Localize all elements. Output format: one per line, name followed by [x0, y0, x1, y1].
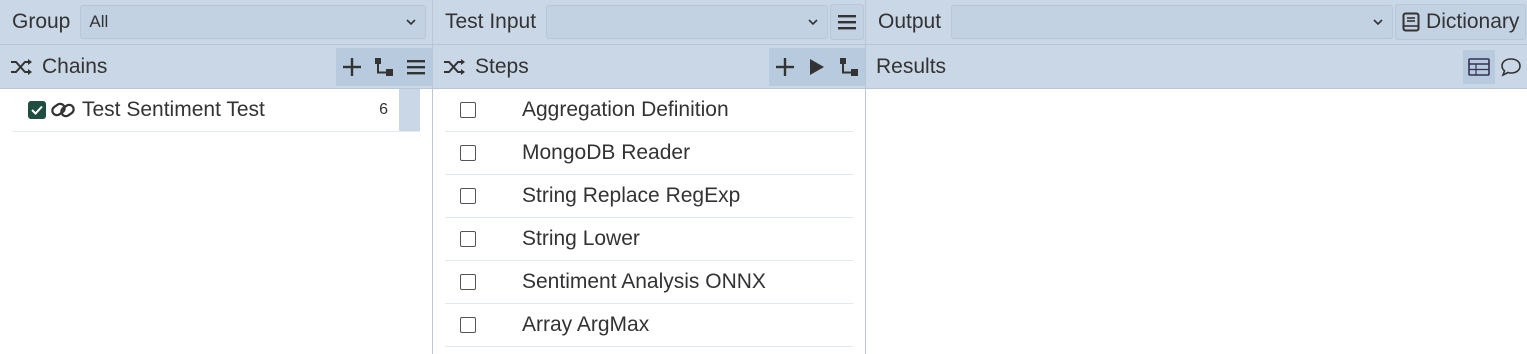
- test-input-bar: Test Input: [432, 0, 865, 44]
- play-icon: [810, 58, 824, 75]
- chevron-down-icon: [1373, 19, 1383, 26]
- step-item-label: Sentiment Analysis ONNX: [522, 270, 766, 293]
- step-item-label: Aggregation Definition: [522, 98, 729, 121]
- chains-menu-button[interactable]: [400, 49, 432, 85]
- step-item-label: Array ArgMax: [522, 313, 650, 336]
- output-bar: Output Dictionary: [865, 0, 1527, 44]
- table-view-button[interactable]: [1463, 49, 1495, 84]
- check-icon: [31, 105, 43, 115]
- steps-header: Steps: [432, 44, 865, 89]
- group-select[interactable]: All: [80, 5, 427, 39]
- step-checkbox[interactable]: [460, 145, 476, 161]
- add-step-button[interactable]: [769, 49, 801, 85]
- comment-icon: [1501, 57, 1521, 77]
- step-checkbox[interactable]: [460, 317, 476, 333]
- step-item[interactable]: MongoDB Reader: [445, 132, 853, 175]
- step-checkbox[interactable]: [460, 274, 476, 290]
- comment-view-button[interactable]: [1495, 50, 1527, 84]
- chains-header: Chains: [0, 44, 432, 89]
- step-item-label: String Replace RegExp: [522, 184, 741, 207]
- chain-checkbox[interactable]: [28, 101, 46, 119]
- table-icon: [1468, 57, 1490, 76]
- scrollbar-thumb[interactable]: [399, 89, 420, 131]
- test-input-label: Test Input: [445, 10, 537, 33]
- chain-item-label: Test Sentiment Test: [82, 98, 265, 121]
- chains-title: Chains: [0, 55, 107, 79]
- steps-title-label: Steps: [475, 54, 529, 78]
- steps-list: Aggregation Definition MongoDB Reader St…: [432, 89, 865, 354]
- chains-toolbar: [336, 47, 432, 86]
- add-chain-button[interactable]: [336, 49, 368, 85]
- step-checkbox[interactable]: [460, 102, 476, 118]
- results-panel: [865, 89, 1527, 354]
- shuffle-icon: [11, 58, 32, 75]
- step-item[interactable]: Aggregation Definition: [445, 89, 853, 132]
- sitemap-icon: [375, 57, 393, 76]
- chevron-down-icon: [406, 19, 416, 26]
- test-input-menu-button[interactable]: [830, 4, 865, 40]
- menu-icon: [407, 59, 425, 74]
- chain-item[interactable]: Test Sentiment Test 6: [12, 89, 420, 132]
- chain-item-count: 6: [379, 101, 388, 118]
- output-label: Output: [878, 10, 942, 33]
- output-select[interactable]: [951, 5, 1394, 39]
- book-icon: [1402, 12, 1420, 32]
- step-item-label: MongoDB Reader: [522, 141, 691, 164]
- dictionary-label: Dictionary: [1426, 10, 1520, 33]
- plus-icon: [776, 57, 794, 76]
- step-checkbox[interactable]: [460, 231, 476, 247]
- run-steps-button[interactable]: [801, 49, 833, 85]
- steps-toolbar: [769, 47, 865, 86]
- step-item[interactable]: String Lower: [445, 218, 853, 261]
- test-input-select[interactable]: [546, 5, 829, 39]
- step-item-label: String Lower: [522, 227, 640, 250]
- step-checkbox[interactable]: [460, 188, 476, 204]
- chain-tree-button[interactable]: [368, 49, 400, 85]
- chains-title-label: Chains: [42, 54, 108, 78]
- step-item[interactable]: String Replace RegExp: [445, 175, 853, 218]
- steps-title: Steps: [433, 55, 529, 79]
- results-header: Results: [865, 44, 1527, 89]
- group-bar: Group All: [0, 0, 432, 44]
- results-title: Results: [876, 54, 947, 78]
- step-item[interactable]: Array ArgMax: [445, 304, 853, 347]
- step-item[interactable]: Sentiment Analysis ONNX: [445, 261, 853, 304]
- group-select-value: All: [89, 12, 109, 31]
- plus-icon: [343, 57, 361, 76]
- sitemap-icon: [840, 57, 858, 76]
- group-label: Group: [12, 10, 71, 33]
- step-tree-button[interactable]: [833, 49, 865, 85]
- menu-icon: [838, 15, 857, 30]
- dictionary-button[interactable]: Dictionary: [1395, 4, 1527, 40]
- chains-list: Test Sentiment Test 6: [0, 89, 432, 354]
- chevron-down-icon: [808, 19, 818, 26]
- link-icon: [51, 102, 75, 118]
- shuffle-icon: [444, 58, 465, 75]
